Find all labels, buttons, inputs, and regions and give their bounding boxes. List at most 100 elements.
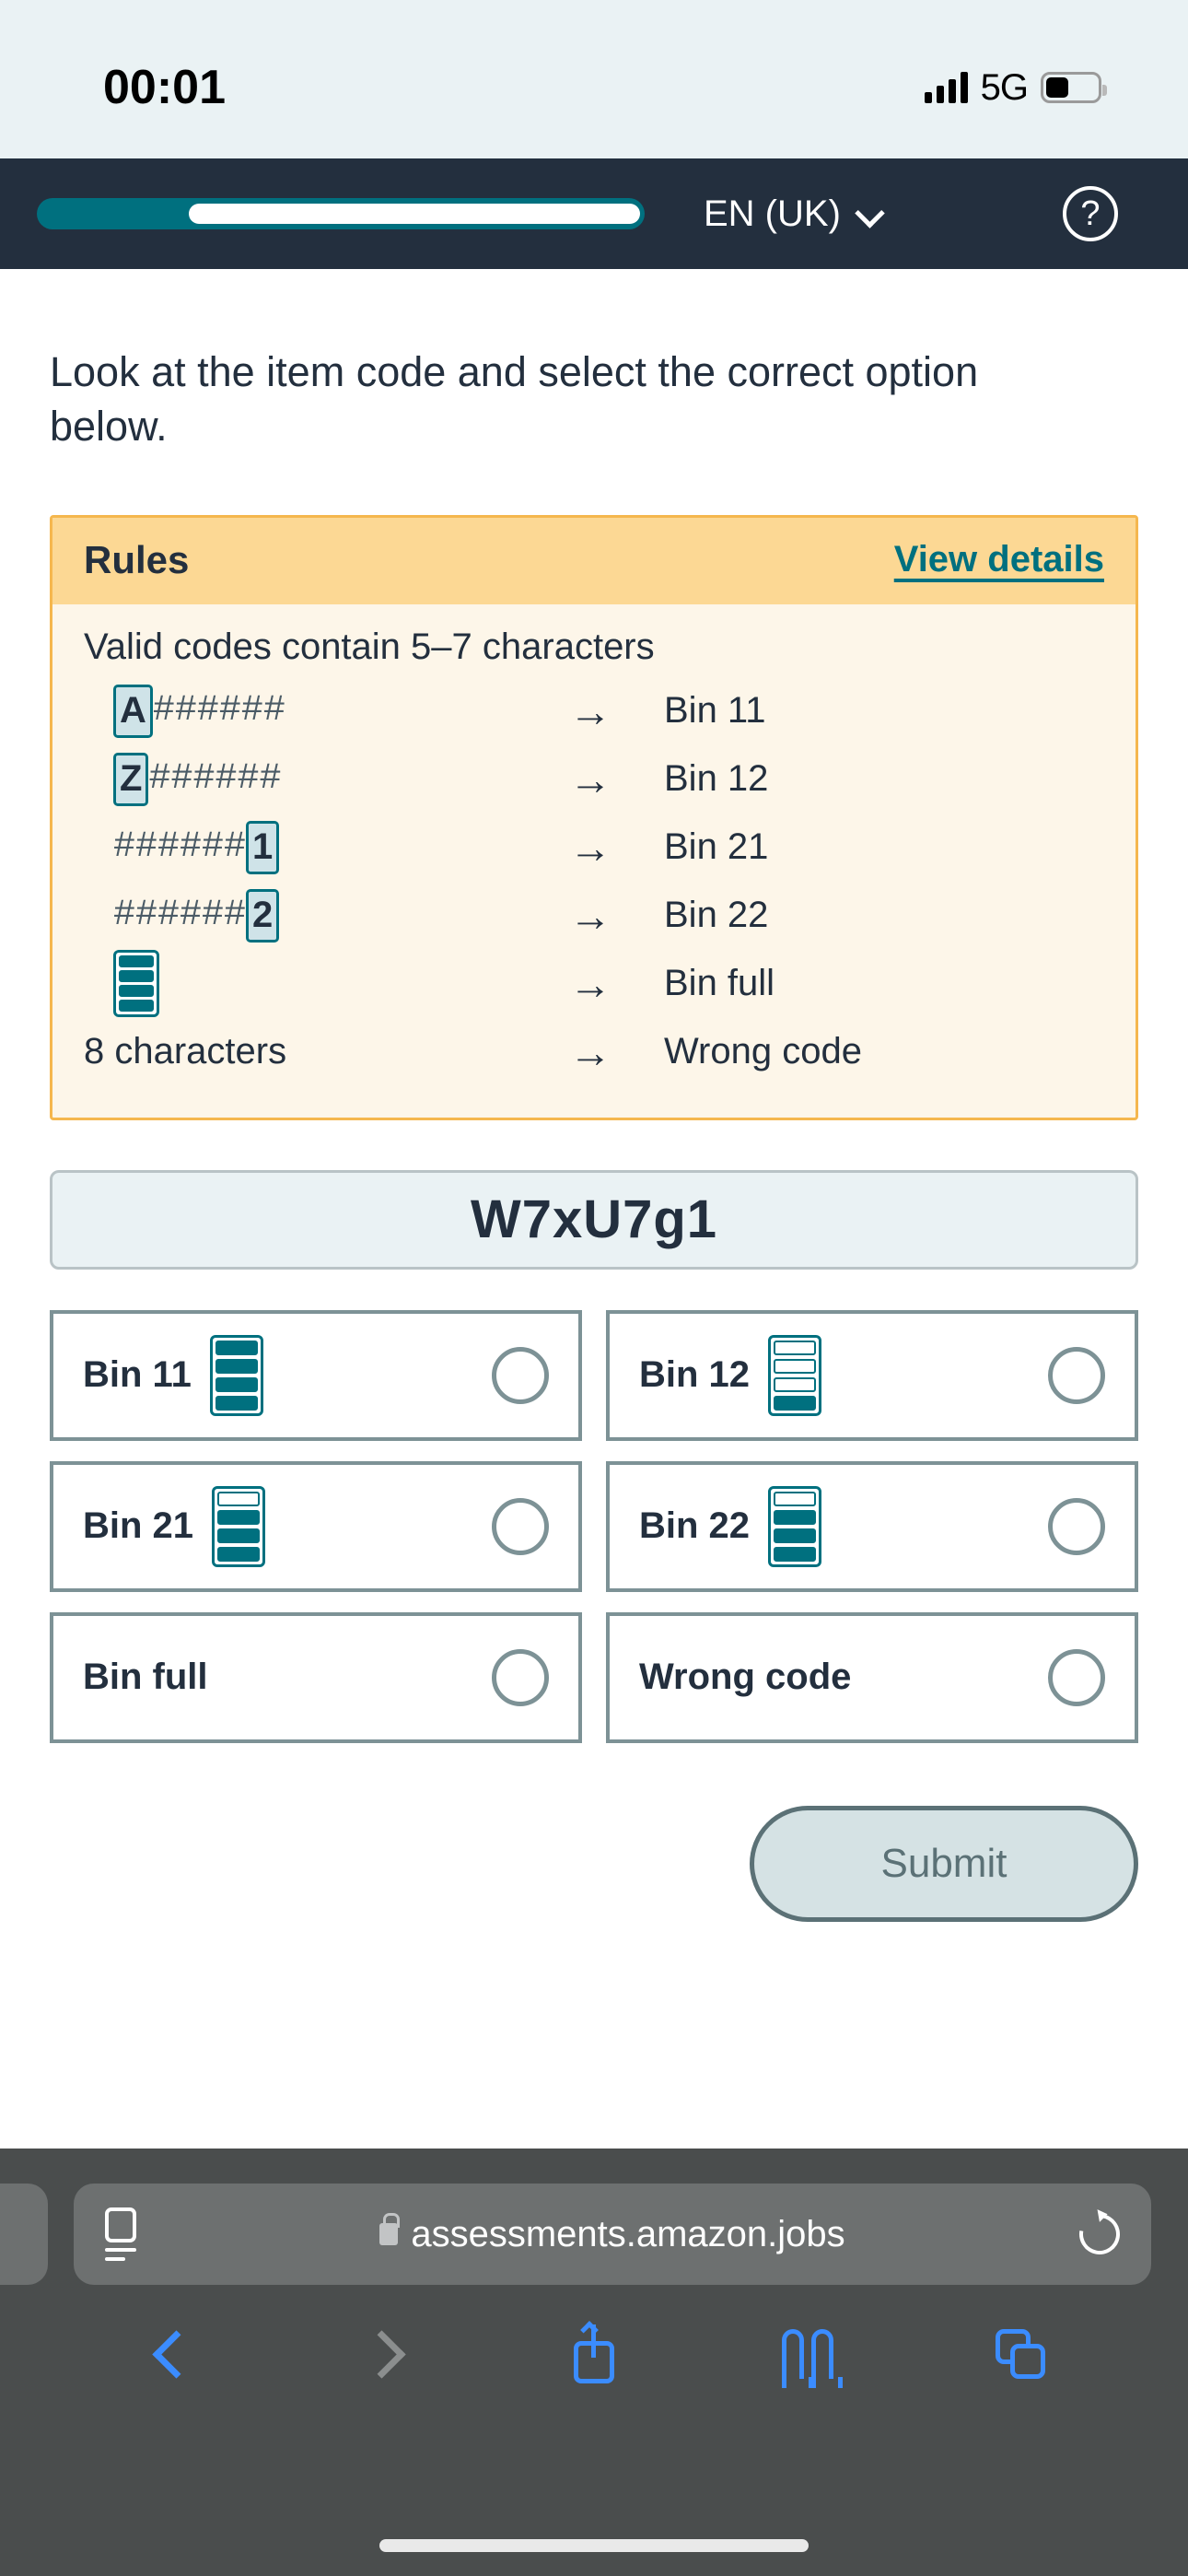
option-radio[interactable] [1048,1497,1105,1555]
option-bin-12[interactable]: Bin 12 [606,1309,1138,1441]
forward-button [274,2327,488,2381]
share-icon [573,2321,614,2383]
item-code-value: W7xU7g1 [470,1189,718,1250]
page-settings-icon[interactable] [105,2207,136,2261]
rule-text: 8 characters [84,1031,287,1072]
option-label: Bin 22 [639,1505,751,1547]
rules-intro-text: Valid codes contain 5–7 characters [84,626,655,667]
rule-result: Bin full [664,963,775,1004]
bin-level-icon [209,1334,263,1416]
rule-hashes: ###### [113,826,247,869]
rule-hashes: ###### [148,758,282,801]
network-type-label: 5G [980,66,1029,108]
rule-result: Wrong code [664,1031,862,1072]
option-label: Bin full [83,1657,208,1698]
bin-level-icon [768,1334,822,1416]
adjacent-tab[interactable] [0,2184,48,2285]
back-button[interactable] [61,2327,274,2381]
book-icon [781,2329,843,2388]
language-label: EN (UK) [704,193,841,234]
rules-card-header: Rules View details [52,517,1136,604]
option-label: Bin 12 [639,1354,751,1396]
rule-hashes: ###### [152,690,285,732]
rules-card-body: Valid codes contain 5–7 characters A ###… [52,604,1136,1118]
rule-row: A ###### → Bin 11 [84,677,1104,745]
rule-pattern: ###### 2 [84,888,517,943]
option-radio[interactable] [1048,1648,1105,1706]
prefix-chip: A [113,684,153,738]
rule-pattern: A ###### [84,684,517,738]
arrow-right-icon: → [569,686,611,735]
page-title: Look at the item code and select the cor… [50,348,979,451]
submit-button[interactable]: Submit [750,1805,1138,1922]
safari-url-row: assessments.amazon.jobs [0,2149,1188,2285]
option-bin-22[interactable]: Bin 22 [606,1460,1138,1592]
main-content: Look at the item code and select the cor… [0,345,1188,1922]
rules-title: Rules [84,537,190,581]
url-text: assessments.amazon.jobs [411,2213,845,2254]
arrow-right-icon: → [569,891,611,940]
submit-row: Submit [50,1805,1138,1922]
option-label: Wrong code [639,1657,852,1698]
option-label: Bin 11 [83,1354,192,1396]
option-bin-full[interactable]: Bin full [50,1611,582,1743]
option-radio[interactable] [1048,1346,1105,1404]
option-radio[interactable] [492,1648,549,1706]
suffix-chip: 2 [246,888,280,943]
help-circle-icon[interactable]: ? [1063,186,1118,241]
arrow-right-icon: → [569,959,611,1008]
status-time: 00:01 [103,61,226,114]
option-radio[interactable] [492,1497,549,1555]
share-button[interactable] [487,2321,701,2383]
arrow-right-icon: → [569,1027,611,1076]
chevron-left-icon [152,2327,183,2381]
language-selector[interactable]: EN (UK) [704,193,881,235]
bookmarks-button[interactable] [701,2329,914,2388]
rule-pattern [84,950,517,1018]
address-bar[interactable]: assessments.amazon.jobs [74,2184,1151,2285]
option-label: Bin 21 [83,1505,194,1547]
rule-pattern: ###### 1 [84,820,517,874]
bin-level-icon [768,1485,822,1567]
arrow-right-icon: → [569,823,611,872]
help-label: ? [1080,194,1101,233]
rule-row: Z ###### → Bin 12 [84,745,1104,814]
home-indicator [379,2539,809,2552]
rule-result: Bin 12 [664,758,769,800]
answer-options: Bin 11 Bin 12 Bin 21 Bin 22 Bin full Wro… [50,1309,1138,1743]
rule-row: → Bin full [84,950,1104,1018]
progress-bar [37,198,645,229]
reload-icon[interactable] [1071,2206,1128,2263]
rule-result: Bin 11 [664,690,766,732]
rule-row: 8 characters → Wrong code [84,1018,1104,1086]
arrow-right-icon: → [569,755,611,803]
rule-row: ###### 1 → Bin 21 [84,814,1104,882]
tabs-button[interactable] [914,2329,1127,2379]
rule-pattern: Z ###### [84,752,517,806]
status-indicators: 5G [924,66,1107,109]
chevron-right-icon [365,2327,396,2381]
item-code-display: W7xU7g1 [50,1169,1138,1270]
signal-bars-icon [924,72,968,103]
option-wrong-code[interactable]: Wrong code [606,1611,1138,1743]
submit-label: Submit [880,1840,1007,1886]
tabs-icon [996,2329,1046,2379]
chevron-down-icon [857,202,881,226]
rule-result: Bin 21 [664,826,769,868]
option-bin-21[interactable]: Bin 21 [50,1460,582,1592]
rules-card: Rules View details Valid codes contain 5… [50,514,1138,1120]
lock-icon [379,2213,401,2245]
safari-toolbar [0,2285,1188,2423]
rule-hashes: ###### [113,895,247,937]
rule-result: Bin 22 [664,895,769,936]
ios-status-bar: 00:01 5G [0,0,1188,158]
prefix-chip: Z [113,752,149,806]
battery-icon [1041,72,1107,103]
rule-row: ###### 2 → Bin 22 [84,882,1104,950]
rule-pattern: 8 characters [84,1031,517,1072]
option-radio[interactable] [492,1346,549,1404]
option-bin-11[interactable]: Bin 11 [50,1309,582,1441]
view-details-link[interactable]: View details [894,539,1104,580]
suffix-chip: 1 [246,820,280,874]
bin-level-icon [212,1485,266,1567]
